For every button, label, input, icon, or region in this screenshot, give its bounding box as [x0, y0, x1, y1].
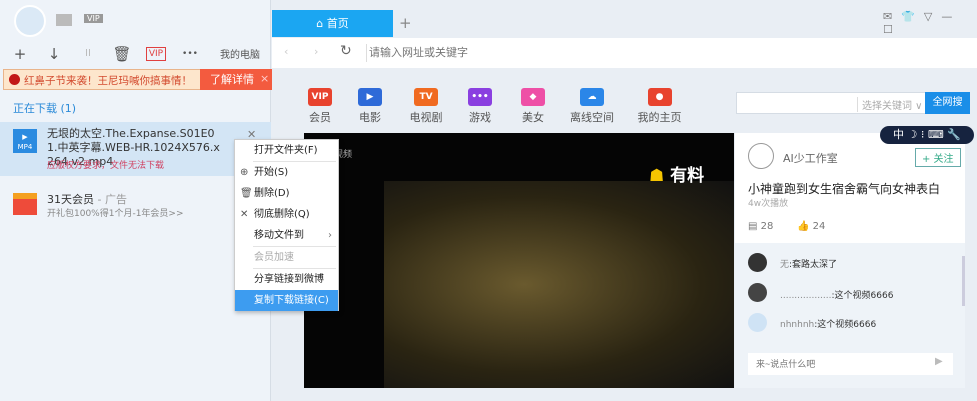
video-info-card: AI少工作室 + 关注 小神童跑到女生宿舍霸气向女神表白 4w次播放 ▤ 28 … [735, 133, 965, 388]
chevron-right-icon: › [328, 230, 332, 241]
comment: ..................:这个视频6666 [780, 291, 894, 301]
alert-icon [9, 74, 20, 85]
trash-icon: 🗑 [240, 188, 253, 199]
menu-share-weibo[interactable]: 分享链接到微博 [235, 269, 338, 290]
window-controls[interactable]: ✉👕▽—☐ [883, 10, 977, 36]
mp4-file-icon: ▶ MP4 [13, 129, 37, 153]
nav-label: 会员 [309, 111, 331, 124]
author-name[interactable]: AI少工作室 [783, 150, 838, 166]
nav-item-6[interactable]: ● 我的主页 [632, 88, 687, 125]
nav-label: 我的主页 [637, 111, 682, 124]
send-icon[interactable]: ▶ [935, 356, 943, 367]
nav-item-3[interactable]: ••• 游戏 [455, 88, 505, 125]
nav-icon: VIP [308, 88, 332, 106]
search-all-button[interactable]: 全网搜 [925, 92, 970, 114]
address-bar: ‹ › ↻ [272, 38, 977, 68]
nav-icon: TV [414, 88, 438, 106]
ad-title[interactable]: 31天会员 - 广告 [47, 191, 127, 207]
nav-item-5[interactable]: ☁ 离线空间 [567, 88, 617, 125]
banner-text[interactable]: 红鼻子节来袭！王尼玛喊你搞事情！ [24, 73, 192, 88]
menu-vip-speedup[interactable]: 会员加速 [235, 247, 338, 268]
back-icon[interactable]: ‹ [284, 45, 288, 58]
author-avatar[interactable] [748, 143, 774, 169]
menu-delete[interactable]: 🗑 删除(D) [235, 183, 338, 204]
avatar[interactable] [14, 5, 46, 37]
comment-input[interactable] [748, 353, 953, 375]
downloading-header[interactable]: 正在下载 (1) [13, 100, 76, 116]
comment-list: 无:套路太深了 ..................:这个视频6666 nhnh… [735, 243, 965, 388]
start-icon: ⊕ [240, 167, 249, 178]
nav-label: 游戏 [469, 111, 491, 124]
comment-count[interactable]: ▤ 28 [748, 221, 773, 232]
comment: nhnhnh:这个视频6666 [780, 320, 877, 330]
forward-icon[interactable]: › [314, 45, 318, 58]
download-item[interactable]: ▶ MP4 无垠的太空.The.Expanse.S01E01.中英字幕.WEB-H… [0, 122, 271, 176]
comment: 无:套路太深了 [780, 260, 838, 270]
nav-item-4[interactable]: ◆ 美女 [508, 88, 558, 125]
banner-close-icon[interactable]: × [260, 72, 269, 85]
tab-home[interactable]: ⌂ 首页 [272, 10, 393, 37]
avatar [748, 313, 767, 332]
download-button[interactable]: ↓ [44, 44, 64, 64]
nav-icon: ••• [468, 88, 492, 106]
pause-button[interactable]: II [78, 44, 98, 64]
ad-subtitle[interactable]: 开礼包100%得1个月-1年会员>> [47, 206, 184, 219]
nav-icon: ▶ [358, 88, 382, 106]
username-blurred [56, 14, 72, 26]
context-menu: 打开文件夹(F) ⊕ 开始(S) 🗑 删除(D) ✕ 彻底删除(Q) 移动文件到 › 会… [234, 139, 339, 311]
vip-button[interactable]: VIP [146, 47, 166, 61]
my-computer-button[interactable]: 我的电脑 [220, 46, 260, 61]
gift-icon [13, 193, 37, 215]
avatar [748, 253, 767, 272]
new-tab-button[interactable]: + [399, 14, 412, 32]
nav-item-1[interactable]: ▶ 电影 [345, 88, 395, 125]
ime-toolbar[interactable]: 中 ☽ ⁝ ⌨ 🔧 [880, 126, 974, 144]
nav-icon: ● [647, 88, 672, 106]
delete-button[interactable]: 🗑 [112, 44, 132, 64]
nav-label: 电影 [359, 111, 381, 124]
video-title[interactable]: 小神童跑到女生宿舍霸气向女神表白 [748, 180, 940, 197]
avatar [748, 283, 767, 302]
menu-copy-link[interactable]: 复制下载链接(C) [235, 290, 338, 311]
address-input[interactable] [366, 44, 956, 62]
search-input[interactable]: 选择关键词 ∨ [736, 92, 926, 114]
nav-label: 美女 [522, 111, 544, 124]
nav-item-2[interactable]: TV 电视剧 [401, 88, 451, 125]
nav-label: 离线空间 [570, 111, 614, 124]
brand-logo: ☗ 有料 [649, 166, 705, 186]
nav-icon: ☁ [580, 88, 604, 106]
keyword-select[interactable]: 选择关键词 ∨ [857, 97, 923, 112]
play-count: 4w次播放 [748, 199, 789, 209]
video-frame [384, 181, 734, 388]
video-player[interactable]: 视频 ☗ 有料 [304, 133, 734, 388]
menu-start[interactable]: ⊕ 开始(S) [235, 162, 338, 183]
nav-icon: ◆ [521, 88, 545, 106]
error-text: 应版权方要求，文件无法下载 [47, 161, 165, 171]
download-panel: VIP + ↓ II 🗑 VIP ••• 我的电脑 红鼻子节来袭！王尼玛喊你搞事… [0, 0, 272, 401]
follow-button[interactable]: + 关注 [915, 148, 961, 167]
promo-banner: 红鼻子节来袭！王尼玛喊你搞事情！ 了解详情 × [3, 69, 272, 90]
nav-item-0[interactable]: VIP 会员 [295, 88, 345, 125]
close-icon: ✕ [240, 209, 249, 220]
menu-delete-permanent[interactable]: ✕ 彻底删除(Q) [235, 204, 338, 225]
new-task-button[interactable]: + [10, 44, 30, 64]
more-button[interactable]: ••• [180, 44, 200, 64]
vip-badge: VIP [84, 14, 103, 23]
nav-label: 电视剧 [409, 111, 443, 124]
scrollbar[interactable] [962, 256, 965, 306]
like-count[interactable]: 👍 24 [797, 221, 825, 232]
menu-open-folder[interactable]: 打开文件夹(F) [235, 140, 338, 161]
menu-move-to[interactable]: 移动文件到 › [235, 225, 338, 246]
refresh-icon[interactable]: ↻ [340, 43, 352, 59]
